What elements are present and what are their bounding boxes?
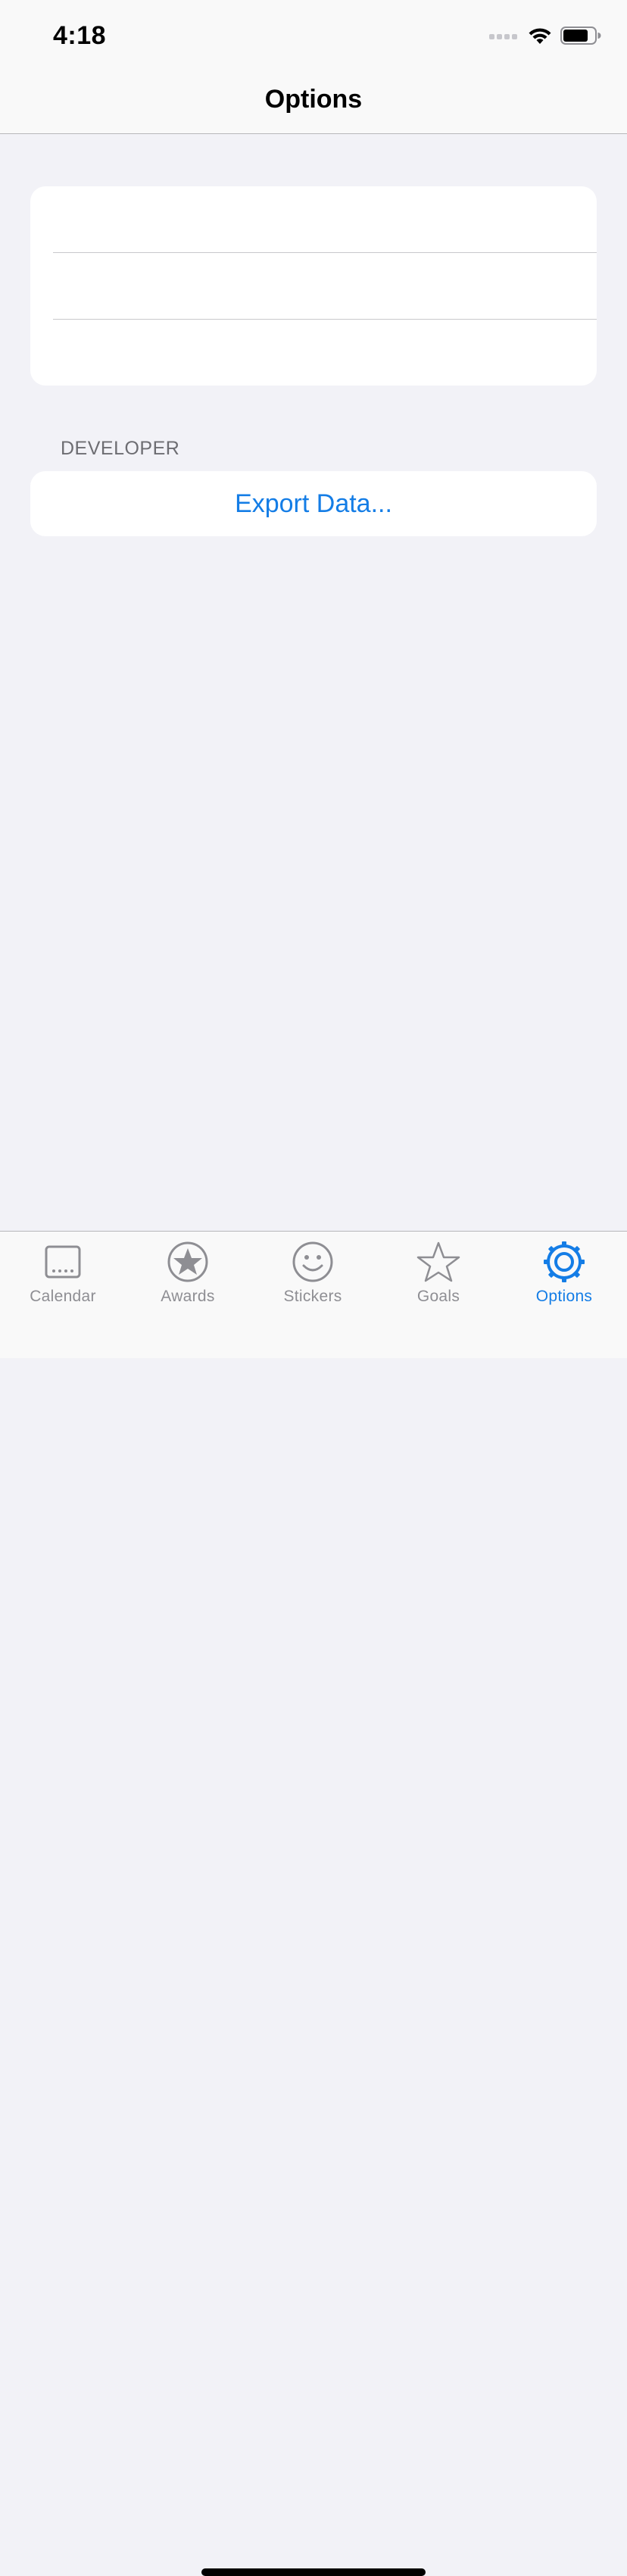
tab-label: Options — [535, 1288, 593, 1305]
battery-icon — [560, 26, 601, 49]
cellular-signal-icon — [489, 30, 519, 45]
status-icons — [489, 26, 601, 49]
export-data-button[interactable]: Export Data... — [30, 471, 597, 536]
status-bar: 4:18 — [0, 0, 627, 73]
home-indicator[interactable] — [201, 2568, 426, 2576]
status-time: 4:18 — [53, 21, 107, 50]
calendar-icon — [40, 1239, 86, 1285]
award-star-circle-icon — [165, 1239, 211, 1285]
developer-group: Export Data... — [30, 471, 597, 536]
options-row[interactable] — [30, 320, 597, 386]
options-row[interactable] — [30, 253, 597, 320]
tab-label: Calendar — [30, 1288, 96, 1305]
tab-options[interactable]: Options — [501, 1239, 627, 1315]
smiley-face-icon — [290, 1239, 335, 1285]
options-group — [30, 186, 597, 386]
tab-label: Goals — [416, 1288, 460, 1305]
tab-bar: Calendar Awards Stickers Goals Options — [0, 1231, 627, 2576]
star-outline-icon — [416, 1239, 461, 1285]
section-header-developer: DEVELOPER — [61, 438, 180, 459]
tab-goals[interactable]: Goals — [376, 1239, 501, 1315]
gear-icon — [541, 1239, 587, 1285]
navigation-bar: Options — [0, 73, 627, 134]
tab-awards[interactable]: Awards — [125, 1239, 251, 1315]
tab-label: Awards — [161, 1288, 215, 1305]
tab-calendar[interactable]: Calendar — [0, 1239, 126, 1315]
options-row[interactable] — [30, 186, 597, 253]
tab-label: Stickers — [283, 1288, 342, 1305]
wifi-icon — [527, 26, 553, 49]
page-title: Options — [264, 85, 363, 114]
tab-stickers[interactable]: Stickers — [250, 1239, 376, 1315]
